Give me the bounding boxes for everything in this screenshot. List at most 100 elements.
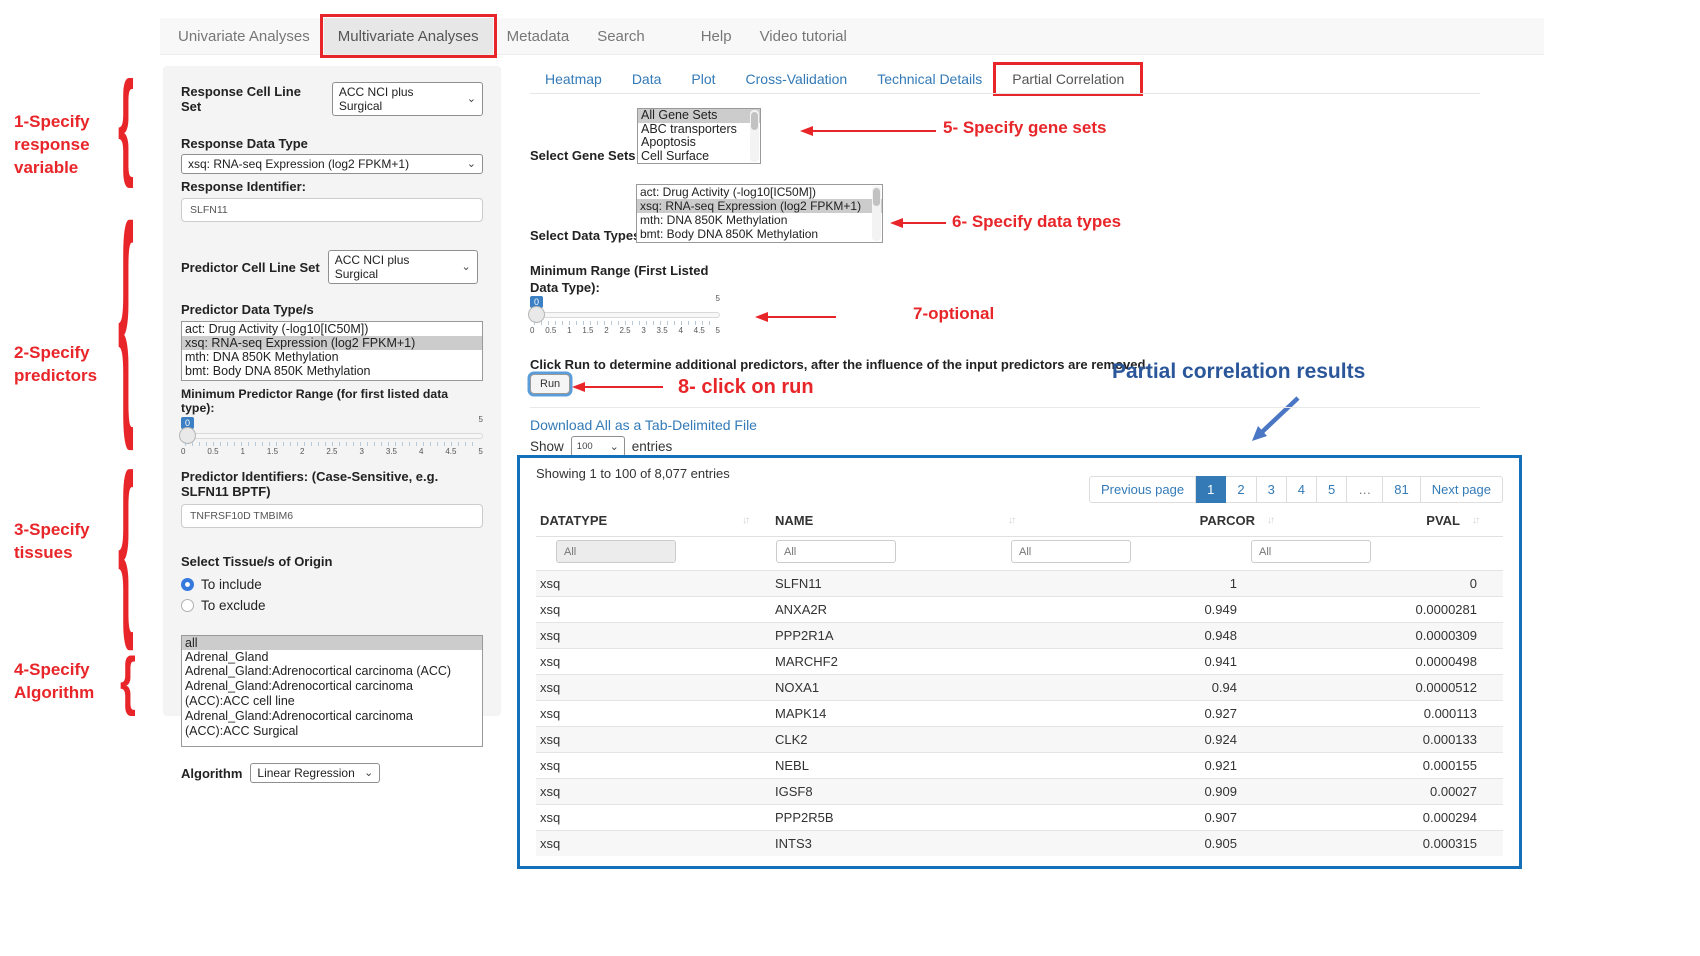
- list-option-selected[interactable]: all: [182, 636, 482, 650]
- list-option[interactable]: Adrenal_Gland:Adrenocortical carcinoma (…: [182, 679, 482, 709]
- annotation-step3-line1: 3-Specify: [14, 518, 90, 541]
- radio-to-exclude-label: To exclude: [201, 598, 266, 613]
- predictor-identifiers-input[interactable]: [181, 504, 483, 528]
- list-option[interactable]: mth: DNA 850K Methylation: [637, 213, 882, 227]
- predictor-data-types-listbox[interactable]: act: Drug Activity (-log10[IC50M]) xsq: …: [181, 321, 483, 381]
- red-arrow-run: [570, 380, 665, 394]
- table-filter-row: [536, 540, 1503, 568]
- tab-cross-validation[interactable]: Cross-Validation: [731, 66, 863, 92]
- annotation-step4-line1: 4-Specify: [14, 658, 94, 681]
- brace-step1: {: [118, 68, 134, 186]
- list-option[interactable]: mth: DNA 850K Methylation: [182, 350, 482, 364]
- tab-technical-details[interactable]: Technical Details: [862, 66, 997, 92]
- scrollbar-thumb[interactable]: [873, 188, 880, 206]
- filter-input-datatype[interactable]: [556, 540, 676, 563]
- tab-partial-correlation[interactable]: Partial Correlation: [997, 66, 1139, 92]
- data-types-listbox[interactable]: act: Drug Activity (-log10[IC50M]) xsq: …: [636, 184, 883, 243]
- sort-icon[interactable]: ↓↑: [1267, 515, 1273, 526]
- name-cell: PPP2R5B: [775, 805, 834, 831]
- algorithm-select[interactable]: Linear Regression ⌄: [250, 763, 380, 783]
- list-option-selected[interactable]: All Gene Sets: [638, 109, 760, 123]
- sort-icon[interactable]: ↓↑: [1008, 515, 1014, 526]
- table-row: xsqPPP2R1A0.9480.0000309: [536, 622, 1503, 648]
- list-option[interactable]: Apoptosis: [638, 136, 760, 150]
- list-option[interactable]: act: Drug Activity (-log10[IC50M]): [637, 185, 882, 199]
- response-data-type-select[interactable]: xsq: RNA-seq Expression (log2 FPKM+1) ⌄: [181, 154, 483, 174]
- nav-multivariate-analyses[interactable]: Multivariate Analyses: [324, 18, 493, 54]
- predictor-cell-line-set-label: Predictor Cell Line Set: [181, 260, 320, 275]
- slider-tick-labels: 00.511.522.533.544.55: [181, 447, 483, 456]
- algorithm-value: Linear Regression: [257, 766, 354, 780]
- show-entries-value: 100: [577, 441, 593, 452]
- response-identifier-input[interactable]: [181, 198, 483, 222]
- datatype-cell: xsq: [540, 805, 560, 831]
- min-predictor-range-slider[interactable]: 0 5 00.511.522.533.544.55: [181, 417, 483, 459]
- min-range-slider[interactable]: 0 5 00.511.522.533.544.55: [530, 296, 720, 338]
- table-row: xsqCLK20.9240.000133: [536, 726, 1503, 752]
- list-option[interactable]: Adrenal_Gland:Adrenocortical carcinoma (…: [182, 709, 482, 739]
- pagination-page-1[interactable]: 1: [1196, 476, 1226, 503]
- filter-input-name[interactable]: [776, 540, 896, 563]
- tab-data[interactable]: Data: [617, 66, 677, 92]
- slider-track[interactable]: [530, 312, 720, 318]
- datatype-cell: xsq: [540, 727, 560, 753]
- radio-to-include[interactable]: [181, 578, 194, 591]
- annotation-step7: 7-optional: [913, 304, 994, 324]
- gene-sets-listbox[interactable]: All Gene Sets ABC transporters Apoptosis…: [637, 108, 761, 164]
- tab-plot[interactable]: Plot: [676, 66, 730, 92]
- pagination-page-3[interactable]: 3: [1257, 476, 1287, 503]
- pagination-page-81[interactable]: 81: [1383, 476, 1420, 503]
- tab-heatmap[interactable]: Heatmap: [530, 66, 617, 92]
- slider-track[interactable]: [181, 433, 483, 439]
- pagination-page-5[interactable]: 5: [1317, 476, 1347, 503]
- column-header-parcor[interactable]: PARCOR: [1200, 513, 1255, 528]
- scrollbar[interactable]: [750, 110, 759, 162]
- scrollbar[interactable]: [872, 186, 881, 241]
- scrollbar-thumb[interactable]: [751, 112, 758, 130]
- parcor-cell: 0.907: [1204, 805, 1237, 831]
- pagination-page-2[interactable]: 2: [1226, 476, 1256, 503]
- annotation-step4: 4-Specify Algorithm: [14, 658, 94, 704]
- column-header-name[interactable]: NAME: [775, 513, 813, 528]
- nav-help[interactable]: Help: [687, 18, 746, 54]
- list-option[interactable]: Adrenal_Gland: [182, 650, 482, 664]
- list-option[interactable]: act: Drug Activity (-log10[IC50M]): [182, 322, 482, 336]
- filter-input-pval[interactable]: [1251, 540, 1371, 563]
- nav-search[interactable]: Search: [583, 18, 659, 54]
- list-option[interactable]: bmt: Body DNA 850K Methylation: [182, 364, 482, 378]
- column-header-pval[interactable]: PVAL: [1426, 513, 1460, 528]
- pagination-previous[interactable]: Previous page: [1089, 476, 1196, 503]
- sort-icon[interactable]: ↓↑: [1472, 515, 1478, 526]
- list-option-selected[interactable]: xsq: RNA-seq Expression (log2 FPKM+1): [182, 336, 482, 350]
- show-entries-select[interactable]: 100 ⌄: [571, 436, 625, 457]
- annotation-step8: 8- click on run: [678, 376, 814, 399]
- list-option[interactable]: ABC transporters: [638, 123, 760, 137]
- nav-metadata[interactable]: Metadata: [493, 18, 584, 54]
- pagination-next[interactable]: Next page: [1421, 476, 1503, 503]
- parcor-cell: 0.924: [1204, 727, 1237, 753]
- response-cell-line-set-select[interactable]: ACC NCI plus Surgical ⌄: [332, 82, 483, 116]
- pval-cell: 0.00027: [1430, 779, 1477, 805]
- download-link[interactable]: Download All as a Tab-Delimited File: [530, 417, 757, 433]
- top-navbar: Univariate Analyses Multivariate Analyse…: [160, 18, 1544, 55]
- slider-tick-label: 0.5: [545, 326, 556, 335]
- annotation-step1-line1: 1-Specify: [14, 110, 90, 133]
- nav-video-tutorial[interactable]: Video tutorial: [746, 18, 861, 54]
- chevron-down-icon: ⌄: [364, 769, 373, 777]
- radio-to-exclude[interactable]: [181, 599, 194, 612]
- filter-input-parcor[interactable]: [1011, 540, 1131, 563]
- pagination-page-4[interactable]: 4: [1287, 476, 1317, 503]
- run-button[interactable]: Run: [530, 374, 570, 394]
- predictor-cell-line-set-select[interactable]: ACC NCI plus Surgical ⌄: [328, 250, 478, 284]
- list-option[interactable]: Cell Surface: [638, 150, 760, 164]
- nav-univariate-analyses[interactable]: Univariate Analyses: [164, 18, 324, 54]
- sort-icon[interactable]: ↓↑: [742, 515, 748, 526]
- tabs-underline: [530, 93, 1480, 94]
- list-option[interactable]: bmt: Body DNA 850K Methylation: [637, 227, 882, 241]
- list-option-selected[interactable]: xsq: RNA-seq Expression (log2 FPKM+1): [637, 199, 882, 213]
- min-predictor-range-label: Minimum Predictor Range (for first liste…: [181, 387, 483, 415]
- red-arrow-data-types: [888, 216, 948, 230]
- column-header-datatype[interactable]: DATATYPE: [540, 513, 607, 528]
- tissue-listbox[interactable]: all Adrenal_Gland Adrenal_Gland:Adrenoco…: [181, 635, 483, 747]
- list-option[interactable]: Adrenal_Gland:Adrenocortical carcinoma (…: [182, 664, 482, 679]
